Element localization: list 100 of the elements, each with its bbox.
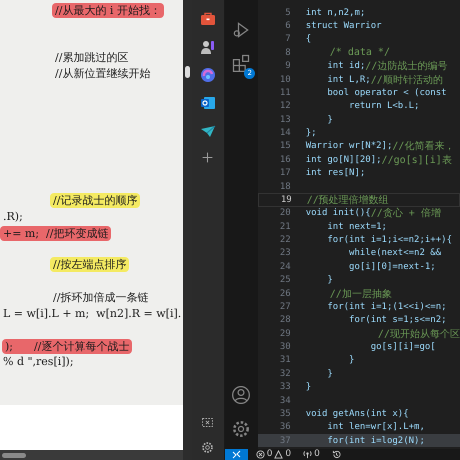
- code-text: void getAns(int x){: [306, 408, 409, 419]
- code-comment: /* data */: [328, 47, 390, 58]
- add-icon[interactable]: [201, 151, 214, 164]
- ports-count[interactable]: 0: [314, 449, 320, 460]
- code-text: int res[N];: [306, 168, 366, 178]
- line-number: 31: [278, 355, 291, 366]
- line-number: 13: [278, 114, 291, 125]
- code-text: for(int i=1;(1<<i)<=n;: [326, 302, 447, 312]
- code-comment: //加一层抽象: [328, 288, 392, 301]
- code-text: go[s][i]=go[: [370, 342, 436, 352]
- extensions-icon[interactable]: [231, 53, 252, 73]
- code-comment: //边防战士的编号: [365, 60, 448, 74]
- run-debug-icon[interactable]: [231, 20, 252, 40]
- document-text: //累加跳过的区: [54, 50, 130, 65]
- line-number: 32: [278, 368, 291, 379]
- code-text: return L<b.L;: [348, 101, 420, 112]
- highlighted-text: //从最大的 i 开始找：: [52, 3, 164, 18]
- history-icon[interactable]: [332, 450, 341, 459]
- line-number: 21: [278, 222, 291, 232]
- line-number: 7: [284, 34, 291, 44]
- line-number: 12: [278, 101, 291, 112]
- broadcast-icon[interactable]: [303, 450, 312, 459]
- code-text: };: [306, 128, 317, 138]
- code-text: void init(){: [306, 208, 371, 218]
- line-number: 27: [278, 302, 291, 312]
- code-text: int id;: [326, 61, 366, 72]
- line-number: 6: [284, 21, 291, 32]
- code-text: bool operator < (const: [326, 88, 447, 98]
- code-text: }: [348, 355, 354, 366]
- highlighted-text: //按左端点排序: [50, 257, 130, 272]
- code-text: }: [306, 382, 312, 392]
- highlighted-text: += m; //把环变成链: [0, 226, 112, 241]
- code-text: {: [306, 34, 312, 44]
- code-text: for(int i=1;i<=n2;i++){: [326, 235, 452, 246]
- line-number: 36: [278, 422, 291, 432]
- remote-button[interactable]: [224, 449, 248, 460]
- line-number: 22: [278, 235, 291, 246]
- line-number: 23: [278, 248, 291, 258]
- line-number: 16: [278, 154, 291, 165]
- error-icon[interactable]: [256, 450, 265, 459]
- code-text: go[i][0]=next-1;: [348, 262, 436, 272]
- toolbox-icon[interactable]: [200, 11, 216, 27]
- line-number: 10: [278, 74, 291, 85]
- line-number: 5: [284, 8, 291, 18]
- line-number: 9: [284, 61, 291, 72]
- document-text: % d ",res[i]);: [2, 354, 75, 369]
- mail-icon[interactable]: [200, 95, 216, 111]
- code-comment: //顺时针活动的: [370, 74, 443, 87]
- code-comment: //go[s][i]表: [382, 154, 452, 167]
- line-number: 11: [278, 88, 291, 98]
- line-number: 19: [280, 194, 292, 205]
- code-editor[interactable]: [258, 0, 460, 449]
- code-comment: //预处理倍增数组: [306, 194, 389, 207]
- code-text: Warrior wr[N*2];: [306, 141, 392, 152]
- line-number: 25: [278, 275, 291, 286]
- line-number: 34: [278, 396, 291, 406]
- code-text: int next=1;: [326, 222, 387, 232]
- code-text: struct Warrior: [306, 21, 382, 32]
- line-number: 26: [278, 288, 291, 299]
- line-number: 8: [284, 48, 291, 58]
- screenshot-icon[interactable]: [201, 416, 214, 429]
- line-number: 29: [278, 328, 291, 339]
- line-number: 20: [278, 208, 291, 218]
- code-comment: //贪心 + 倍增: [370, 206, 441, 220]
- line-number: 14: [278, 128, 291, 138]
- document-text: //从新位置继续开始: [54, 66, 152, 81]
- document-text: .R);: [2, 209, 24, 224]
- line-number: 35: [278, 408, 291, 419]
- person-icon[interactable]: [200, 39, 216, 55]
- line-number: 24: [278, 262, 291, 272]
- line-number: 33: [278, 382, 291, 392]
- settings-icon[interactable]: [201, 441, 214, 454]
- code-text: int n,n2,m;: [306, 8, 366, 18]
- paper-plane-icon[interactable]: [200, 123, 216, 139]
- line-number: 17: [278, 168, 291, 178]
- code-text: int go[N][20];: [306, 154, 382, 165]
- line-number: 15: [278, 141, 291, 152]
- line-number: 28: [278, 315, 291, 326]
- line-number: 18: [278, 182, 291, 192]
- code-text: }: [326, 275, 333, 286]
- highlighted-text: ); //逐个计算每个战士: [2, 339, 132, 354]
- warning-icon[interactable]: [274, 450, 284, 459]
- horizontal-scrollbar[interactable]: [0, 450, 183, 460]
- line-number: 37: [278, 436, 291, 446]
- code-comment: //化简看来，: [392, 140, 454, 154]
- document-text: //拆环加倍成一条链: [52, 290, 150, 305]
- account-icon[interactable]: [231, 385, 252, 405]
- settings-icon[interactable]: [231, 419, 252, 439]
- code-text: for(int i=log2(N);: [326, 436, 425, 446]
- code-comment: //现开始从每个区: [376, 328, 460, 341]
- code-text: }: [326, 114, 333, 125]
- swirl-icon[interactable]: [200, 67, 216, 83]
- highlighted-text: //记录战士的顺序: [50, 193, 140, 208]
- warning-count[interactable]: 0: [285, 449, 292, 460]
- code-text: int L,R;: [326, 74, 371, 85]
- code-text: for(int s=1;s<=n2;: [348, 315, 447, 326]
- line-number: 30: [278, 342, 291, 352]
- error-count[interactable]: 0: [266, 449, 272, 460]
- code-text: while(next<=n2 &&: [348, 248, 442, 258]
- document-text: L = w[i].L + m; w[n2].R = w[i].: [2, 306, 182, 321]
